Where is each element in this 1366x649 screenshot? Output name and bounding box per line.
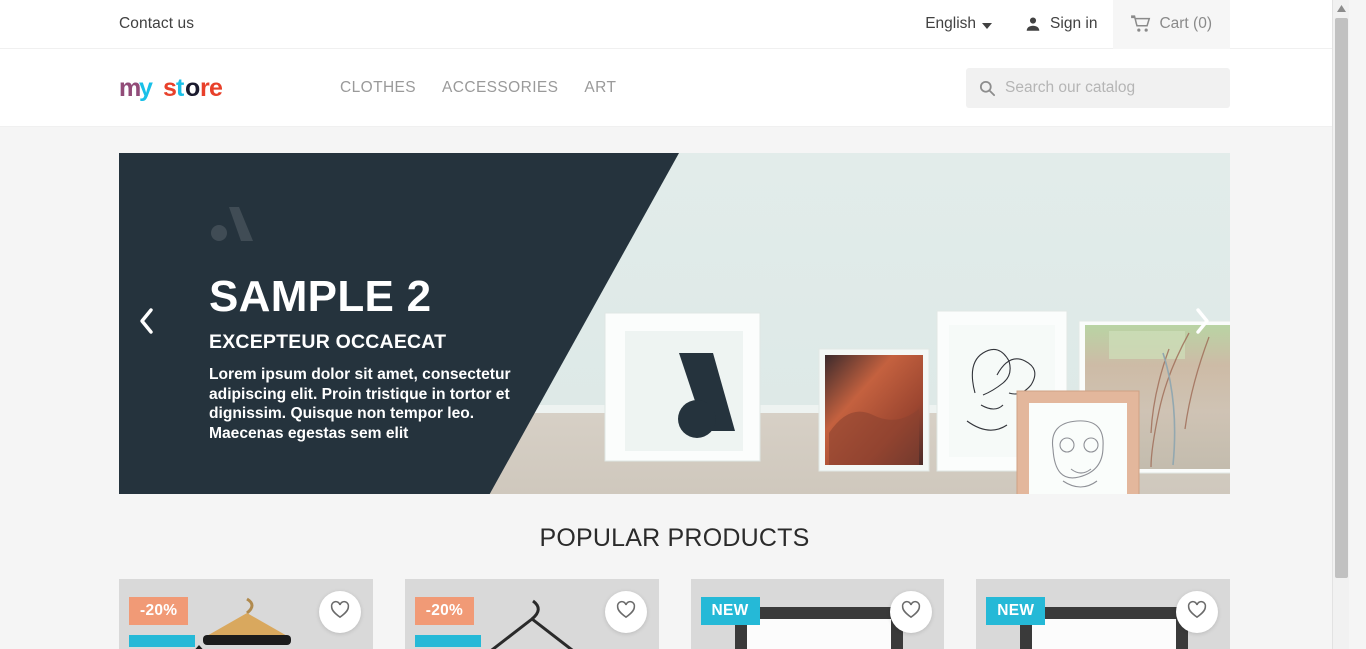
topbar-right-group: English Sign in Cart (0) bbox=[911, 0, 1349, 49]
wishlist-button[interactable] bbox=[890, 591, 933, 633]
menu-item-clothes[interactable]: CLOTHES bbox=[340, 79, 416, 97]
new-badge: NEW bbox=[986, 597, 1046, 625]
slider-next-button[interactable] bbox=[1184, 302, 1220, 346]
chevron-down-icon bbox=[982, 23, 993, 29]
menu-item-accessories[interactable]: ACCESSORIES bbox=[442, 79, 558, 97]
top-navigation-bar: Contact us English Sign in Cart (0) bbox=[0, 0, 1349, 49]
heart-icon bbox=[1187, 600, 1207, 624]
slide-caption: SAMPLE 2 EXCEPTEUR OCCAECAT Lorem ipsum … bbox=[209, 275, 549, 444]
product-card[interactable]: -20% bbox=[404, 579, 659, 649]
cart-button[interactable]: Cart (0) bbox=[1113, 0, 1230, 49]
new-badge-secondary bbox=[414, 635, 481, 647]
wishlist-button[interactable] bbox=[1176, 591, 1218, 633]
language-label: English bbox=[925, 15, 977, 32]
page-viewport: Contact us English Sign in Cart (0) m m … bbox=[0, 0, 1349, 649]
discount-badge: -20% bbox=[129, 597, 189, 625]
contact-us-link[interactable]: Contact us bbox=[119, 15, 194, 33]
product-card[interactable]: NEW bbox=[690, 579, 945, 649]
svg-text:m: m bbox=[119, 74, 141, 102]
svg-text:t: t bbox=[176, 74, 185, 102]
scrollbar-up-arrow[interactable] bbox=[1333, 0, 1349, 17]
site-header: m m y s t o r e CLOTHES ACCESSORIES ART bbox=[0, 49, 1349, 127]
scrollbar-thumb[interactable] bbox=[1335, 18, 1348, 578]
heart-icon bbox=[330, 600, 350, 624]
slider-prev-button[interactable] bbox=[129, 302, 165, 346]
language-selector[interactable]: English bbox=[911, 0, 1006, 49]
hero-slider-section: SAMPLE 2 EXCEPTEUR OCCAECAT Lorem ipsum … bbox=[0, 127, 1349, 494]
page-scrollbar[interactable] bbox=[1332, 0, 1349, 649]
menu-item-art[interactable]: ART bbox=[584, 79, 616, 97]
svg-text:y: y bbox=[139, 74, 153, 102]
site-logo[interactable]: m m y s t o r e bbox=[119, 72, 227, 104]
product-card[interactable]: -20% bbox=[119, 579, 373, 649]
search-icon bbox=[978, 79, 996, 97]
user-icon bbox=[1024, 15, 1042, 33]
sign-in-label: Sign in bbox=[1050, 15, 1098, 32]
slide-subtitle: EXCEPTEUR OCCAECAT bbox=[209, 331, 447, 353]
svg-text:e: e bbox=[209, 74, 223, 102]
shopping-cart-icon bbox=[1131, 14, 1151, 34]
slide-description: Lorem ipsum dolor sit amet, consectetur … bbox=[209, 366, 511, 442]
cart-label: Cart (0) bbox=[1159, 15, 1212, 32]
brand-watermark-icon bbox=[209, 203, 259, 250]
popular-products-heading: POPULAR PRODUCTS bbox=[539, 524, 810, 552]
chevron-right-icon bbox=[1191, 305, 1213, 342]
popular-products-list: -20% -20% NEW NEW bbox=[0, 553, 1349, 649]
search-input[interactable] bbox=[1005, 78, 1218, 97]
sign-in-button[interactable]: Sign in bbox=[1006, 0, 1113, 49]
hero-slider: SAMPLE 2 EXCEPTEUR OCCAECAT Lorem ipsum … bbox=[119, 153, 1230, 494]
new-badge: NEW bbox=[700, 597, 760, 625]
wishlist-button[interactable] bbox=[604, 591, 647, 633]
heart-icon bbox=[901, 600, 921, 624]
main-menu: CLOTHES ACCESSORIES ART bbox=[340, 79, 616, 97]
heart-icon bbox=[616, 600, 636, 624]
discount-badge: -20% bbox=[414, 597, 475, 625]
new-badge-secondary bbox=[129, 635, 195, 647]
svg-text:s: s bbox=[163, 74, 177, 102]
wishlist-button[interactable] bbox=[318, 591, 361, 633]
slide-title: SAMPLE 2 bbox=[209, 272, 432, 321]
chevron-left-icon bbox=[136, 305, 158, 342]
search-box[interactable] bbox=[966, 67, 1230, 108]
product-card[interactable]: NEW bbox=[976, 579, 1230, 649]
svg-text:o: o bbox=[185, 74, 200, 102]
